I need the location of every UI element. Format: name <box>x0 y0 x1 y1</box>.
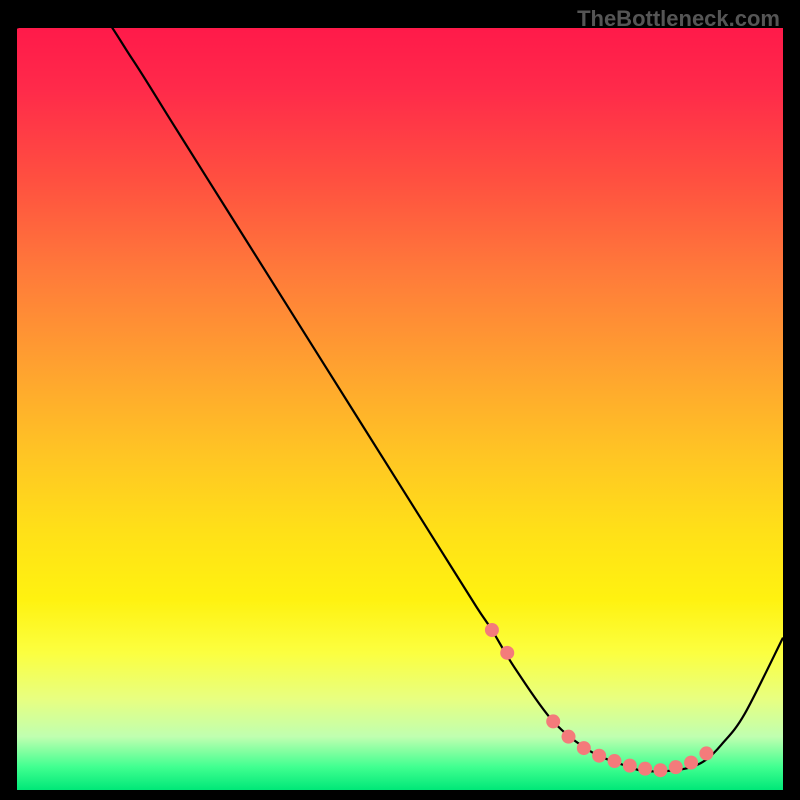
accent-dot <box>607 754 621 768</box>
accent-dot <box>638 762 652 776</box>
accent-dot <box>669 760 683 774</box>
accent-dot <box>699 746 713 760</box>
accent-dot <box>562 730 576 744</box>
watermark-text: TheBottleneck.com <box>577 6 780 32</box>
accent-dot <box>684 756 698 770</box>
accent-dot <box>623 759 637 773</box>
accent-dot <box>485 623 499 637</box>
chart-plot-area <box>17 28 783 790</box>
accent-dot <box>546 714 560 728</box>
accent-dot <box>577 741 591 755</box>
accent-dot <box>653 763 667 777</box>
accent-dot <box>500 646 514 660</box>
bottleneck-curve <box>17 28 783 790</box>
accent-dot <box>592 749 606 763</box>
